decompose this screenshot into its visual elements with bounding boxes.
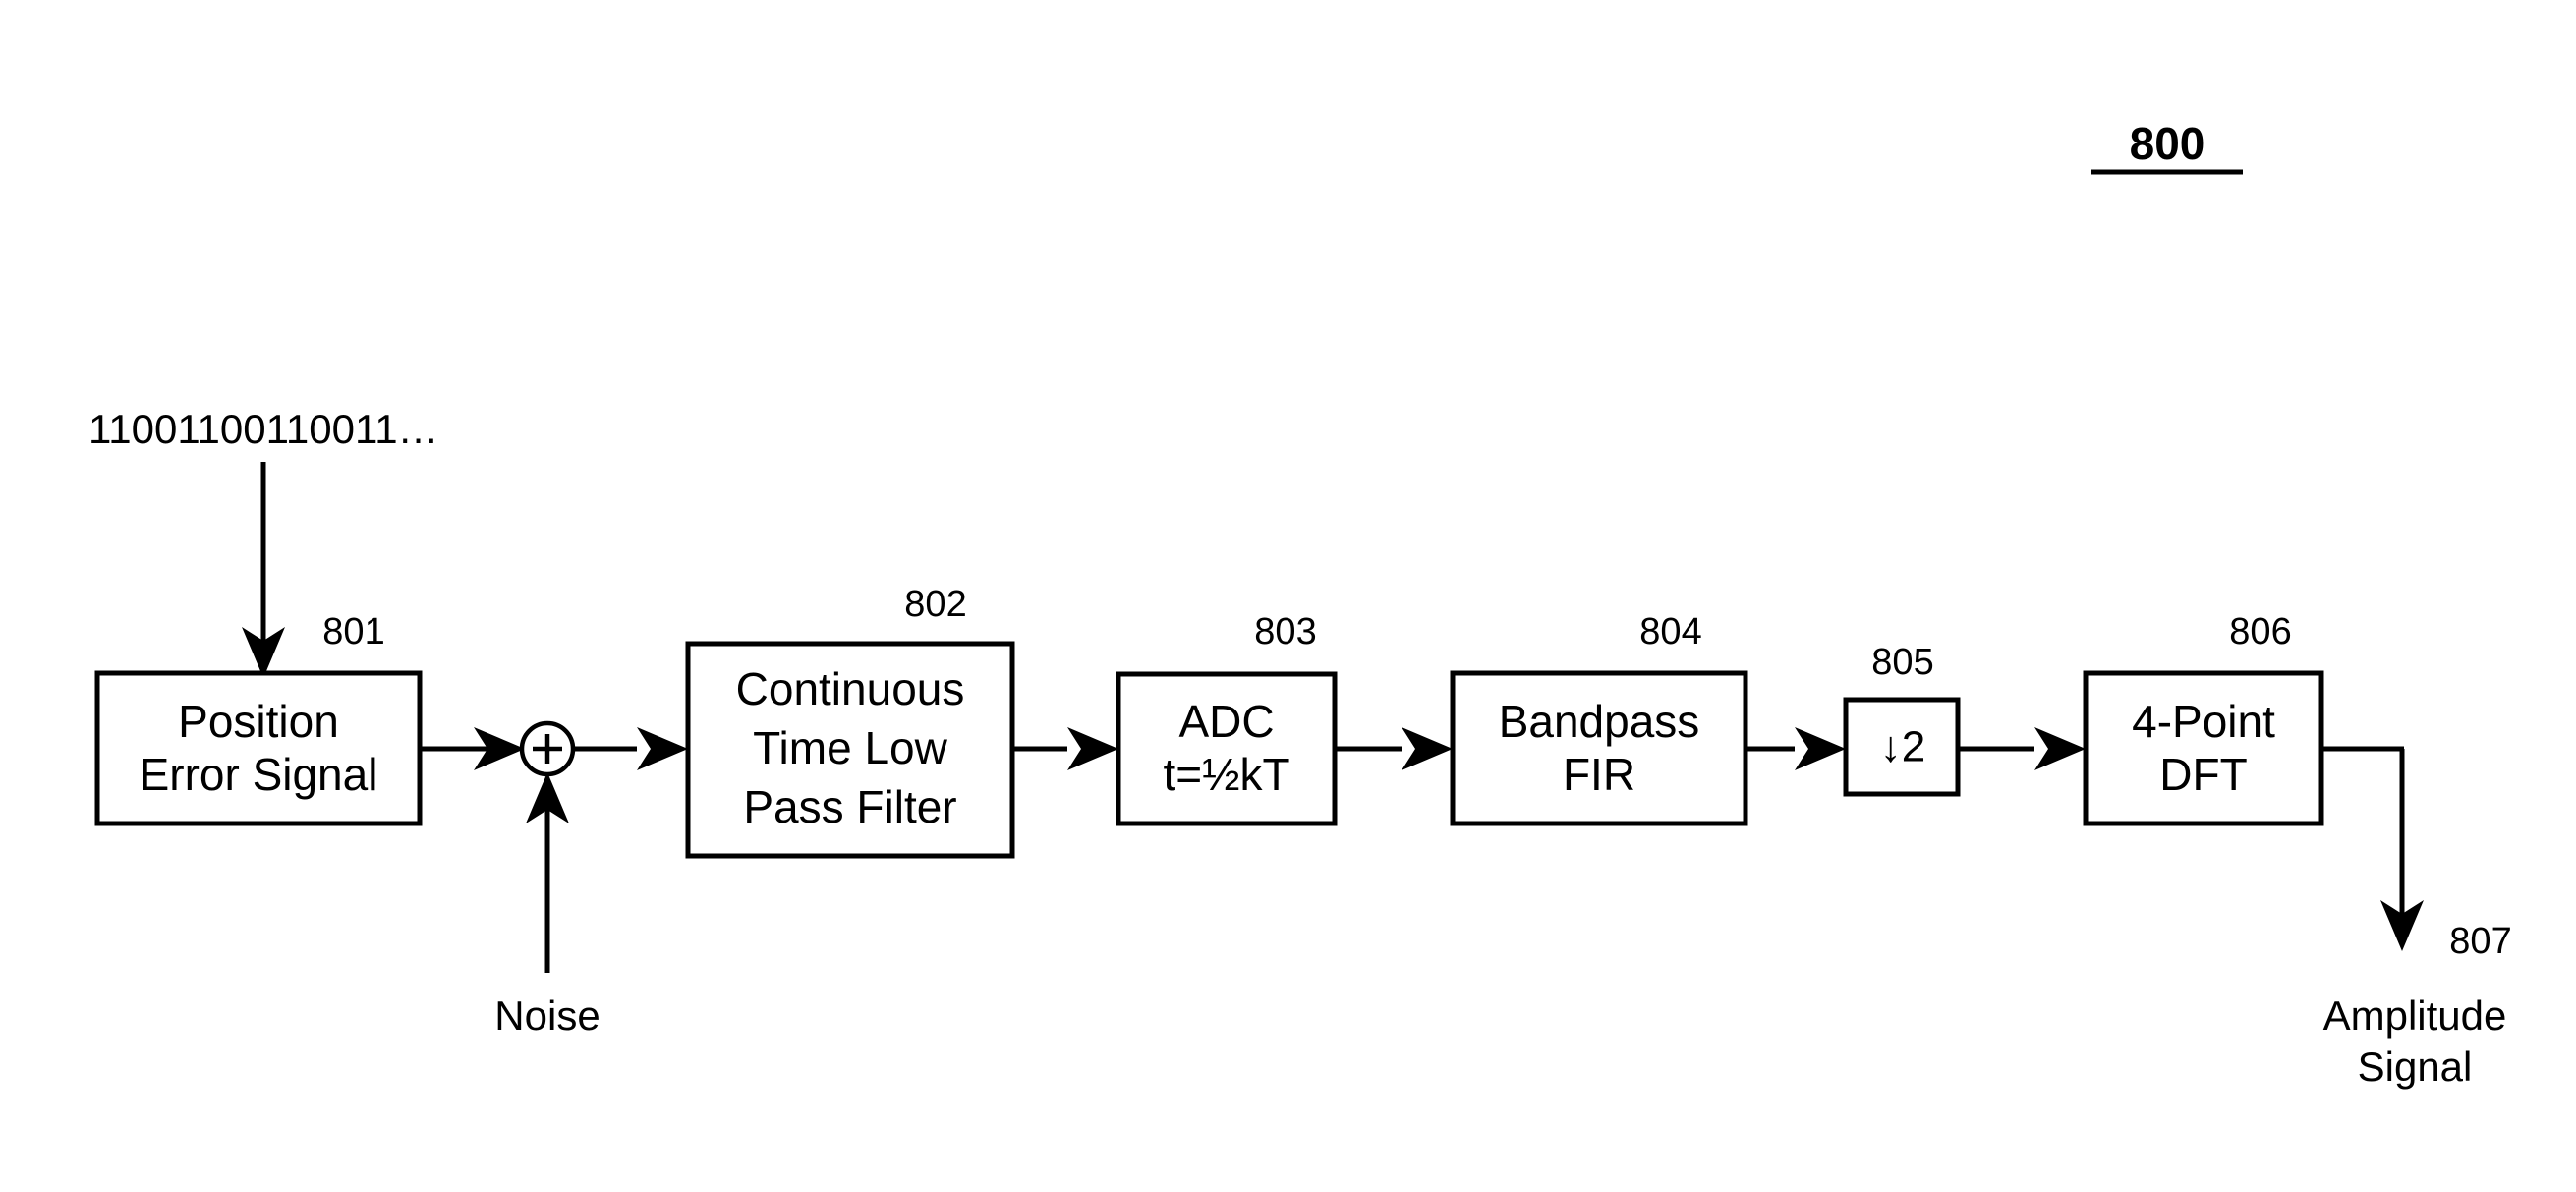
ref-number-802: 802 (904, 584, 966, 625)
block-802-line-1: Continuous (736, 663, 965, 714)
diagram-canvas: 800 11001100110011… Position Error Signa… (0, 0, 2576, 1192)
block-802-line-2: Time Low (753, 722, 947, 773)
ref-number-806: 806 (2229, 611, 2291, 653)
block-806-line-2: DFT (2159, 749, 2247, 800)
block-801-line-1: Position (178, 696, 339, 747)
ref-number-801: 801 (322, 611, 384, 653)
figure-number: 800 (2130, 118, 2205, 169)
noise-label: Noise (494, 993, 600, 1039)
input-bitstream-label: 11001100110011… (88, 406, 439, 452)
block-804-line-1: Bandpass (1499, 696, 1700, 747)
output-label-line-1: Amplitude (2323, 993, 2507, 1039)
block-diagram: 800 11001100110011… Position Error Signa… (88, 118, 2512, 1090)
arrowhead-804-to-805 (1795, 727, 1846, 770)
ref-number-803: 803 (1254, 611, 1316, 653)
block-802-line-3: Pass Filter (743, 781, 956, 832)
arrowhead-803-to-804 (1402, 727, 1453, 770)
block-804-line-2: FIR (1563, 749, 1635, 800)
block-805-line-1: ↓2 (1880, 723, 1925, 771)
arrowhead-sum-to-802 (637, 727, 688, 770)
ref-number-807: 807 (2449, 921, 2511, 962)
block-806-line-1: 4-Point (2132, 696, 2275, 747)
ref-number-804: 804 (1639, 611, 1701, 653)
block-803-line-1: ADC (1178, 696, 1274, 747)
ref-number-805: 805 (1871, 642, 1933, 683)
block-803-line-2: t=½kT (1163, 749, 1289, 800)
output-label-line-2: Signal (2358, 1044, 2473, 1090)
block-801-line-2: Error Signal (140, 749, 378, 800)
arrowhead-802-to-803 (1067, 727, 1118, 770)
arrowhead-805-to-806 (2034, 727, 2086, 770)
